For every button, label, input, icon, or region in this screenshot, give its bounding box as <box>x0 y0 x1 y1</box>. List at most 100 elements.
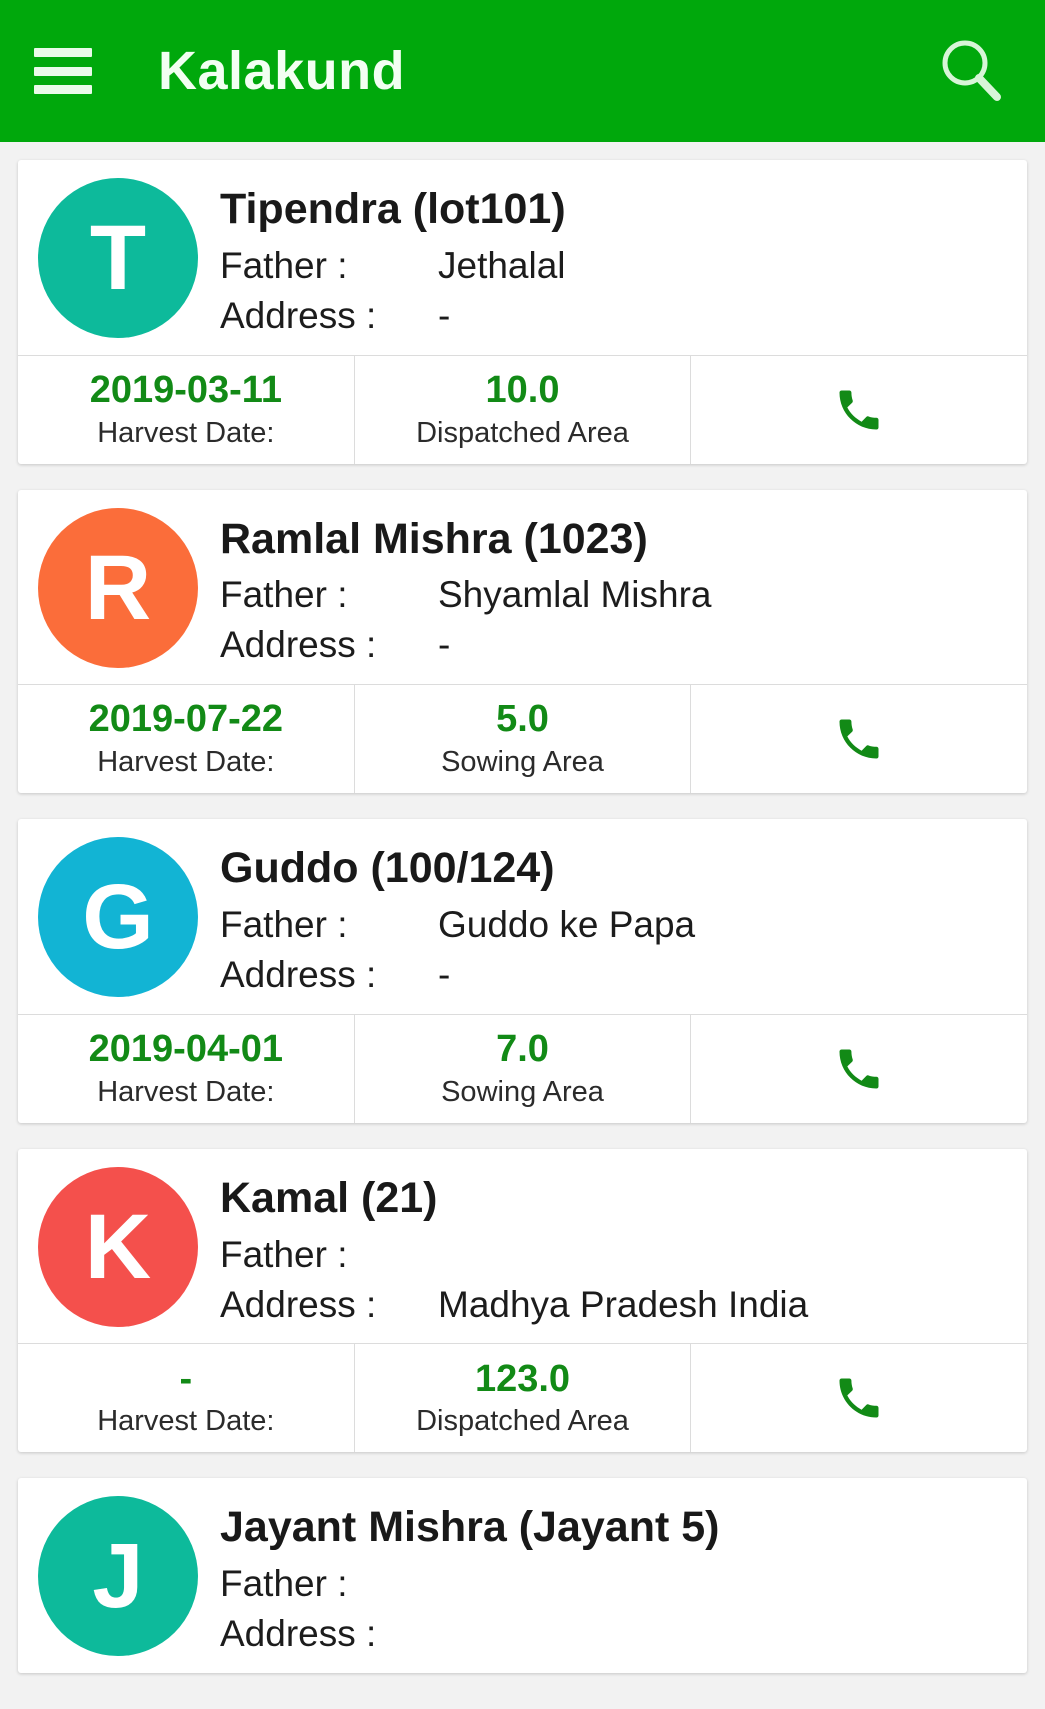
farmer-list[interactable]: T Tipendra (lot101) Father : Jethalal Ad… <box>0 142 1045 1674</box>
address-label: Address : <box>220 624 377 666</box>
card-header: T Tipendra (lot101) Father : Jethalal Ad… <box>18 160 1027 355</box>
father-value: Jethalal <box>438 244 566 286</box>
harvest-date-value: 2019-07-22 <box>88 698 284 741</box>
hamburger-line <box>34 85 92 94</box>
phone-icon[interactable] <box>831 1041 887 1097</box>
hamburger-line <box>34 66 92 76</box>
card-header: K Kamal (21) Father : Address : Madhya P… <box>18 1149 1027 1344</box>
card-footer: 2019-03-11 Harvest Date: 10.0 Dispatched… <box>18 354 1027 464</box>
harvest-date-cell: 2019-04-01 Harvest Date: <box>18 1015 354 1123</box>
father-label: Father : <box>220 903 348 945</box>
area-value: 123.0 <box>474 1357 571 1400</box>
avatar: K <box>38 1166 198 1327</box>
father-row: Father : Jethalal <box>220 241 1027 291</box>
list-item[interactable]: J Jayant Mishra (Jayant 5) Father : Addr… <box>18 1478 1027 1674</box>
hamburger-line <box>34 48 92 57</box>
card-info: Ramlal Mishra (1023) Father : Shyamlal M… <box>220 508 1027 671</box>
card-header: R Ramlal Mishra (1023) Father : Shyamlal… <box>18 490 1027 685</box>
father-label: Father : <box>220 1233 348 1275</box>
father-value: Guddo ke Papa <box>438 903 696 945</box>
harvest-date-value: 2019-04-01 <box>88 1027 284 1070</box>
father-label: Father : <box>220 1563 348 1605</box>
card-footer: - Harvest Date: 123.0 Dispatched Area <box>18 1343 1027 1453</box>
person-name: Kamal (21) <box>220 1173 438 1222</box>
area-label: Dispatched Area <box>416 1405 629 1438</box>
phone-icon[interactable] <box>831 711 887 767</box>
father-row: Father : Guddo ke Papa <box>220 900 1027 950</box>
page-title: Kalakund <box>158 41 406 101</box>
area-value: 5.0 <box>496 698 549 741</box>
harvest-date-cell: - Harvest Date: <box>18 1344 354 1452</box>
app-bar: Kalakund <box>0 0 1045 142</box>
card-info: Tipendra (lot101) Father : Jethalal Addr… <box>220 178 1027 341</box>
list-item[interactable]: T Tipendra (lot101) Father : Jethalal Ad… <box>18 160 1027 464</box>
address-label: Address : <box>220 294 377 336</box>
father-value: Shyamlal Mishra <box>438 574 712 616</box>
area-cell: 10.0 Dispatched Area <box>353 355 691 464</box>
card-info: Guddo (100/124) Father : Guddo ke Papa A… <box>220 837 1027 1000</box>
address-row: Address : - <box>220 291 1027 341</box>
address-row: Address : - <box>220 950 1027 1000</box>
harvest-date-label: Harvest Date: <box>97 416 275 449</box>
phone-glyph <box>839 719 879 759</box>
harvest-date-label: Harvest Date: <box>97 1075 275 1108</box>
area-cell: 5.0 Sowing Area <box>353 685 691 794</box>
harvest-date-label: Harvest Date: <box>97 1405 275 1438</box>
phone-glyph <box>839 390 879 430</box>
card-footer: 2019-07-22 Harvest Date: 5.0 Sowing Area <box>18 684 1027 794</box>
call-cell[interactable] <box>690 355 1027 464</box>
list-item[interactable]: K Kamal (21) Father : Address : Madhya P… <box>18 1148 1027 1453</box>
address-value: - <box>438 953 451 995</box>
search-icon[interactable] <box>931 31 1011 111</box>
father-row: Father : <box>220 1559 1027 1609</box>
area-cell: 123.0 Dispatched Area <box>353 1344 691 1453</box>
card-header: J Jayant Mishra (Jayant 5) Father : Addr… <box>18 1478 1027 1673</box>
card-info: Jayant Mishra (Jayant 5) Father : Addres… <box>220 1496 1027 1659</box>
card-footer: 2019-04-01 Harvest Date: 7.0 Sowing Area <box>18 1013 1027 1123</box>
harvest-date-value: - <box>179 1357 193 1400</box>
area-value: 10.0 <box>485 368 560 411</box>
harvest-date-value: 2019-03-11 <box>89 368 282 411</box>
father-label: Father : <box>220 574 348 616</box>
list-item[interactable]: R Ramlal Mishra (1023) Father : Shyamlal… <box>18 489 1027 794</box>
father-label: Father : <box>220 244 348 286</box>
person-name: Tipendra (lot101) <box>220 185 566 233</box>
person-name: Guddo (100/124) <box>220 844 555 893</box>
person-name: Jayant Mishra (Jayant 5) <box>220 1503 720 1552</box>
harvest-date-label: Harvest Date: <box>97 746 275 779</box>
area-label: Sowing Area <box>441 746 604 779</box>
address-value: Madhya Pradesh India <box>438 1283 809 1325</box>
call-cell[interactable] <box>690 1344 1027 1453</box>
address-label: Address : <box>220 1283 377 1325</box>
list-item[interactable]: G Guddo (100/124) Father : Guddo ke Papa… <box>18 819 1027 1123</box>
avatar: T <box>38 178 198 338</box>
phone-icon[interactable] <box>831 1370 887 1426</box>
address-row: Address : Madhya Pradesh India <box>220 1280 1027 1330</box>
call-cell[interactable] <box>690 1014 1027 1123</box>
address-value: - <box>438 294 451 336</box>
area-cell: 7.0 Sowing Area <box>353 1014 691 1123</box>
avatar: G <box>38 837 198 998</box>
phone-glyph <box>839 1378 879 1418</box>
avatar: J <box>38 1496 198 1657</box>
call-cell[interactable] <box>690 685 1027 794</box>
area-label: Dispatched Area <box>416 416 629 449</box>
card-info: Kamal (21) Father : Address : Madhya Pra… <box>220 1167 1027 1330</box>
hamburger-menu-icon[interactable] <box>34 48 92 94</box>
father-row: Father : Shyamlal Mishra <box>220 570 1027 620</box>
father-row: Father : <box>220 1230 1027 1280</box>
harvest-date-cell: 2019-07-22 Harvest Date: <box>18 685 354 793</box>
address-value: - <box>438 624 451 666</box>
harvest-date-cell: 2019-03-11 Harvest Date: <box>18 356 354 464</box>
address-row: Address : <box>220 1609 1027 1659</box>
address-row: Address : - <box>220 620 1027 670</box>
area-label: Sowing Area <box>441 1075 604 1108</box>
phone-icon[interactable] <box>831 382 887 438</box>
card-header: G Guddo (100/124) Father : Guddo ke Papa… <box>18 819 1027 1014</box>
person-name: Ramlal Mishra (1023) <box>220 514 648 563</box>
search-glyph <box>942 40 1001 101</box>
area-value: 7.0 <box>496 1027 549 1070</box>
address-label: Address : <box>220 1613 377 1655</box>
phone-glyph <box>839 1049 879 1089</box>
avatar: R <box>38 507 198 668</box>
